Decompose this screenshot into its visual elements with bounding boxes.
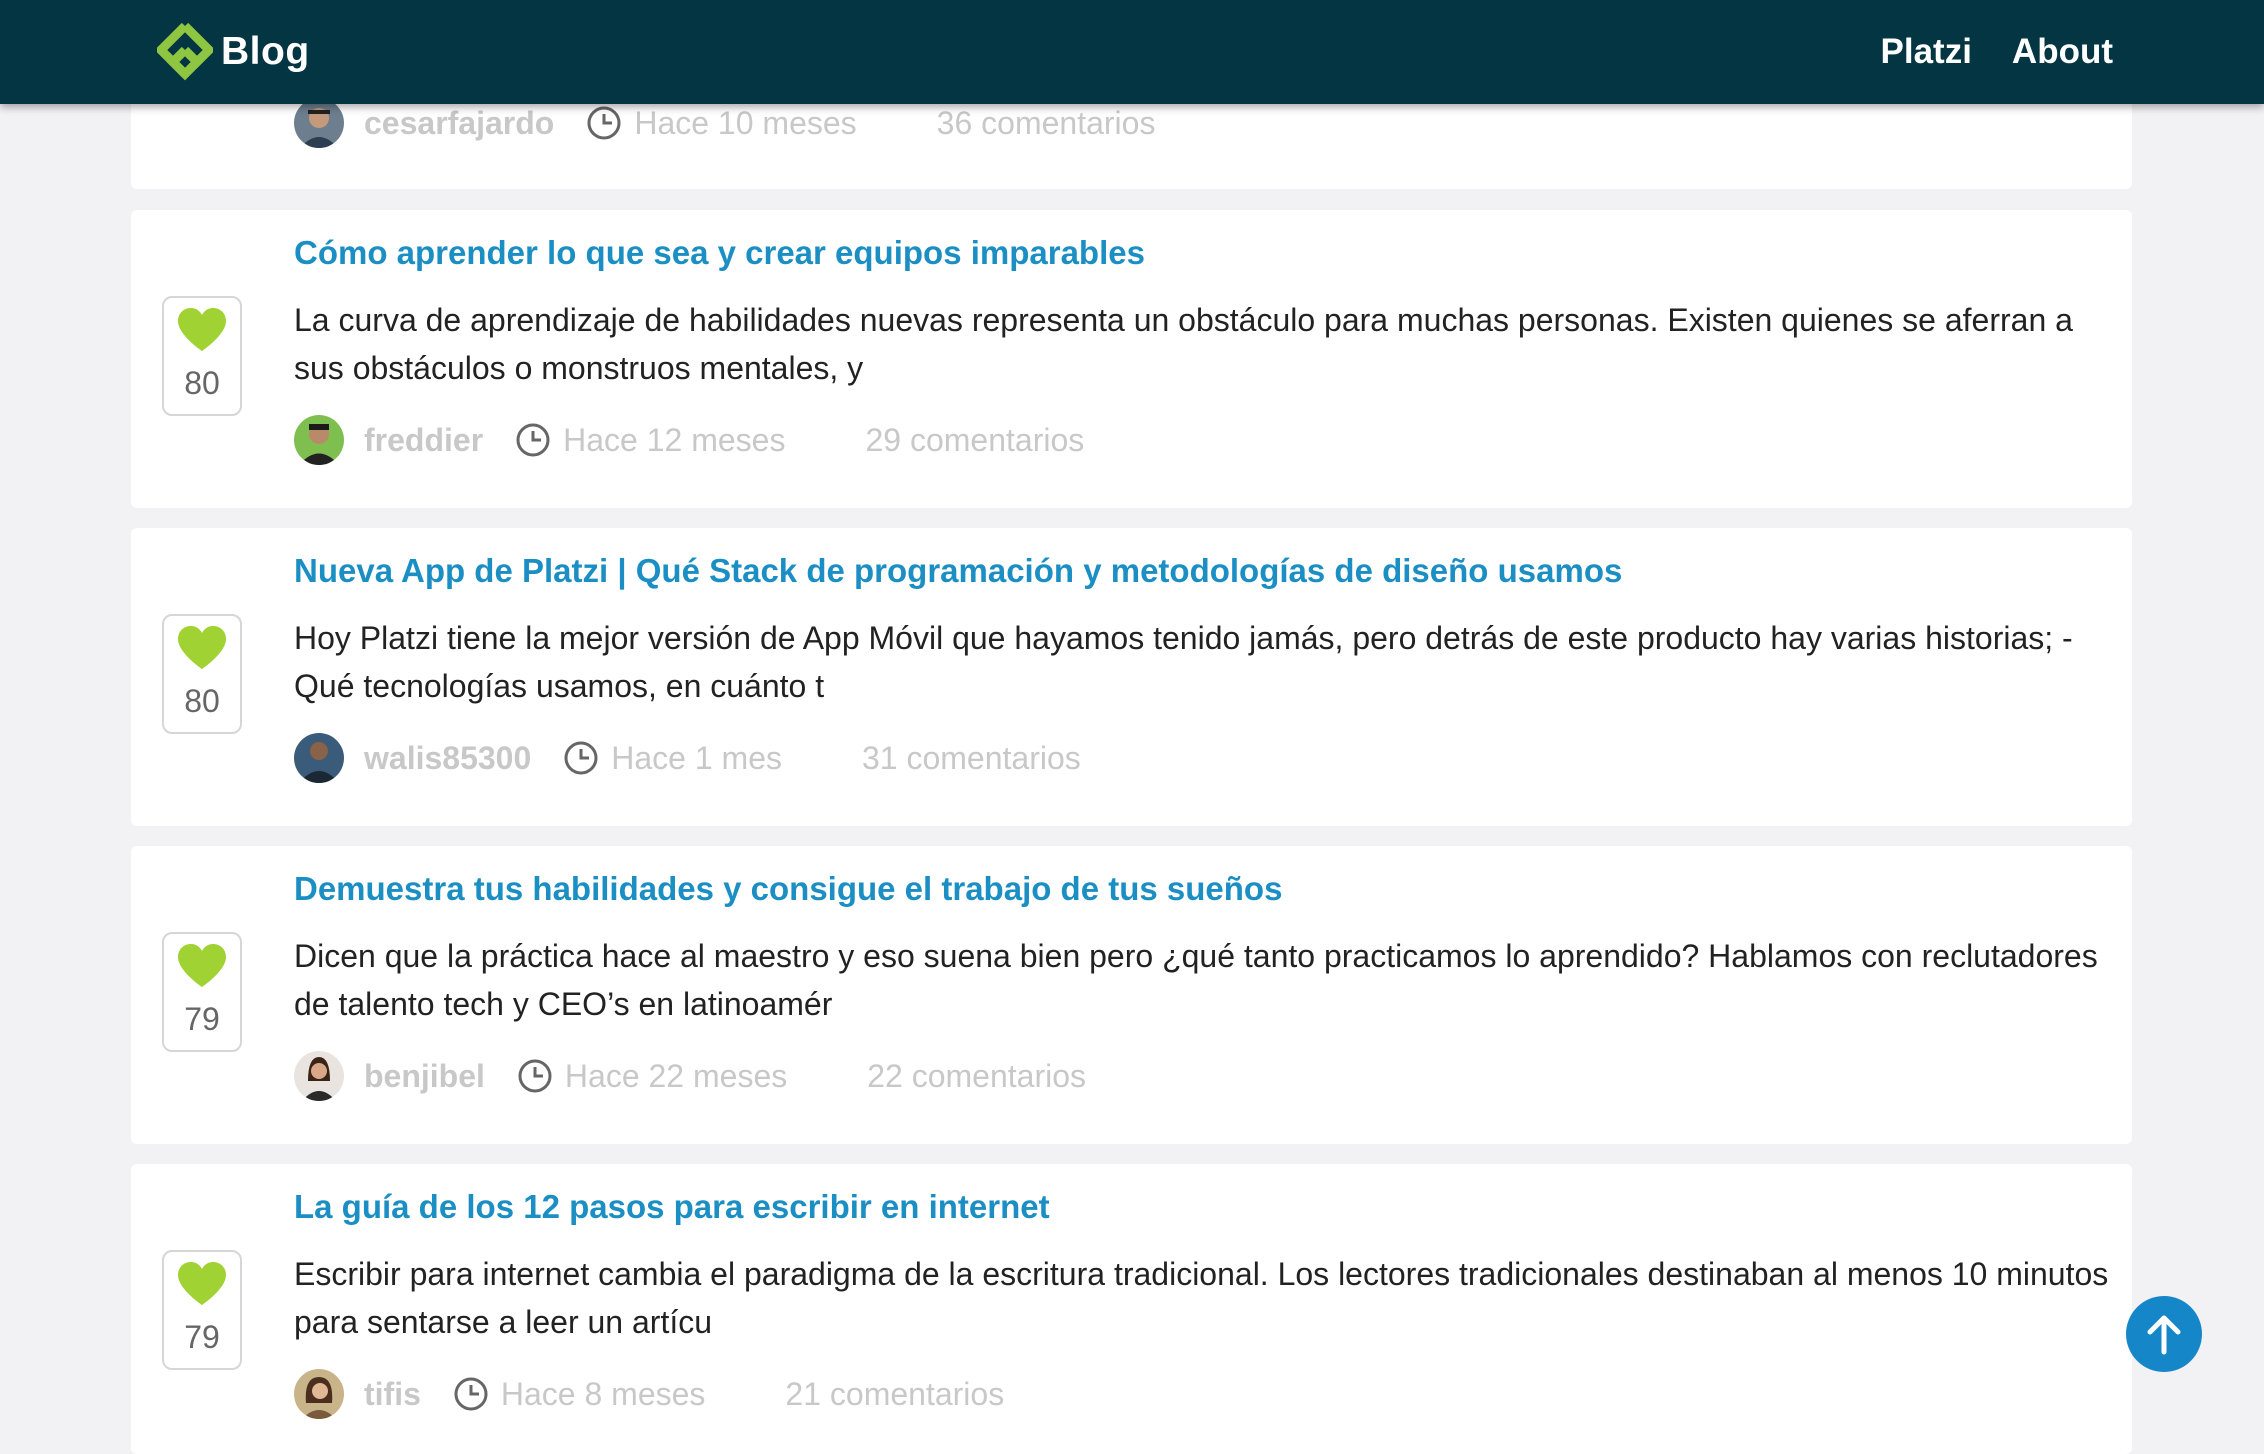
vote-box[interactable]: 79 (162, 932, 242, 1052)
author-name[interactable]: freddier (364, 422, 483, 459)
vote-count: 79 (184, 1001, 220, 1037)
post-excerpt: Dicen que la práctica hace al maestro y … (294, 938, 2098, 1022)
post-excerpt: Escribir para internet cambia el paradig… (294, 1256, 2109, 1340)
platzi-logo-icon (157, 22, 213, 81)
post-card: 80 Cómo aprender lo que sea y crear equi… (131, 210, 2132, 508)
post-card: 79 La guía de los 12 pasos para escribir… (131, 1164, 2132, 1454)
nav-link-platzi[interactable]: Platzi (1881, 32, 1972, 72)
post-time: Hace 12 meses (563, 421, 786, 458)
blog-logo[interactable]: Blog (157, 22, 310, 82)
post-card: 80 Nueva App de Platzi | Qué Stack de pr… (131, 528, 2132, 826)
post-time: Hace 10 meses (634, 104, 857, 141)
heart-icon[interactable] (176, 625, 228, 671)
heart-icon[interactable] (176, 1261, 228, 1307)
vote-count: 79 (184, 1319, 220, 1355)
post-meta: cesarfajardo Hace 10 meses 36 comentario… (294, 97, 1155, 149)
avatar[interactable] (294, 98, 344, 148)
post-time: Hace 22 meses (564, 1057, 788, 1094)
comment-count[interactable]: 31 comentarios (862, 740, 1081, 777)
vote-box[interactable]: 80 (162, 296, 242, 416)
post-meta: walis85300 Hace 1 mes 31 comentarios (294, 732, 1081, 784)
post-card: 79 Demuestra tus habilidades y consigue … (131, 846, 2132, 1144)
post-title[interactable]: La guía de los 12 pasos para escribir en… (294, 1188, 1050, 1226)
post-excerpt: La curva de aprendizaje de habilidades n… (294, 302, 2073, 386)
main-nav: Platzi About (1841, 0, 2114, 104)
clock-icon (564, 741, 598, 775)
avatar[interactable] (294, 415, 344, 465)
vote-box[interactable]: 79 (162, 1250, 242, 1370)
clock-icon (516, 423, 550, 457)
post-meta: benjibel Hace 22 meses 22 comentarios (294, 1050, 1086, 1102)
vote-box[interactable]: 80 (162, 614, 242, 734)
post-title[interactable]: Nueva App de Platzi | Qué Stack de progr… (294, 552, 1622, 590)
clock-icon (454, 1377, 488, 1411)
avatar[interactable] (294, 1369, 344, 1419)
author-name[interactable]: walis85300 (364, 740, 531, 777)
comment-count[interactable]: 36 comentarios (937, 105, 1156, 142)
post-meta: freddier Hace 12 meses 29 comentarios (294, 414, 1084, 466)
post-title[interactable]: Cómo aprender lo que sea y crear equipos… (294, 234, 1145, 272)
author-name[interactable]: tifis (364, 1376, 421, 1413)
post-meta: tifis Hace 8 meses 21 comentarios (294, 1368, 1004, 1420)
scroll-to-top-button[interactable] (2126, 1296, 2202, 1372)
post-time: Hace 1 mes (611, 739, 782, 776)
vote-count: 80 (184, 365, 220, 401)
author-name[interactable]: benjibel (364, 1058, 485, 1095)
post-excerpt: Hoy Platzi tiene la mejor versión de App… (294, 620, 2073, 704)
heart-icon[interactable] (176, 307, 228, 353)
avatar[interactable] (294, 1051, 344, 1101)
comment-count[interactable]: 21 comentarios (785, 1376, 1004, 1413)
post-title[interactable]: Demuestra tus habilidades y consigue el … (294, 870, 1282, 908)
avatar[interactable] (294, 733, 344, 783)
vote-count: 80 (184, 683, 220, 719)
post-time: Hace 8 meses (500, 1375, 706, 1412)
nav-link-about[interactable]: About (2012, 32, 2113, 72)
author-name[interactable]: cesarfajardo (364, 105, 554, 142)
logo-text[interactable]: Blog (221, 30, 310, 74)
clock-icon (518, 1059, 552, 1093)
comment-count[interactable]: 22 comentarios (867, 1058, 1086, 1095)
arrow-up-icon (2147, 1315, 2181, 1355)
top-navbar: Blog Platzi About (0, 0, 2264, 104)
heart-icon[interactable] (176, 943, 228, 989)
clock-icon (587, 106, 621, 140)
comment-count[interactable]: 29 comentarios (865, 422, 1084, 459)
